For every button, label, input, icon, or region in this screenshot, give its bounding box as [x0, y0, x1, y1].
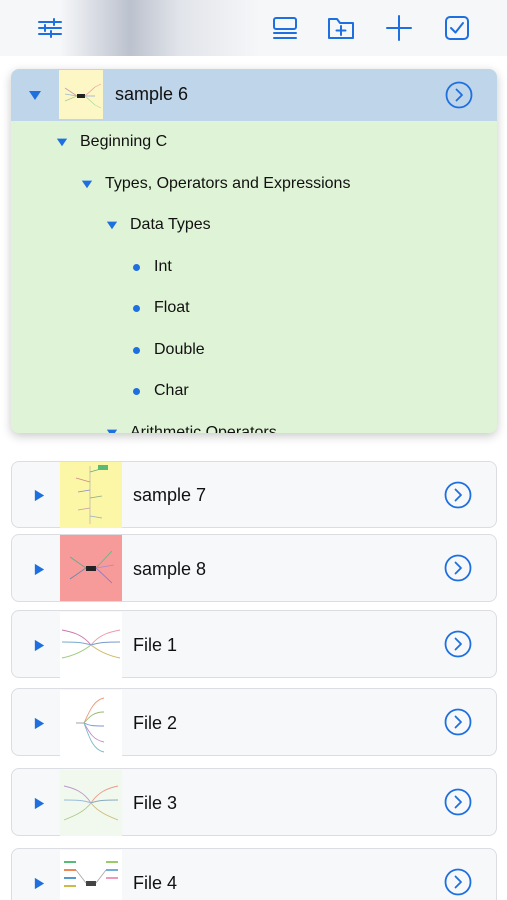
expand-triangle-icon[interactable] — [55, 135, 69, 149]
expand-triangle-icon[interactable] — [32, 638, 46, 652]
bullet-dot-icon — [129, 343, 143, 357]
top-toolbar — [0, 0, 507, 56]
file-thumbnail — [60, 690, 122, 756]
file-name: File 2 — [133, 713, 178, 733]
file-name: File 1 — [133, 635, 178, 655]
file-thumbnail — [60, 770, 122, 836]
chevron-right-circle-icon[interactable] — [444, 868, 472, 896]
plus-icon[interactable] — [382, 11, 416, 45]
file-thumbnail — [60, 462, 122, 528]
folder-plus-icon[interactable] — [324, 11, 358, 45]
expand-triangle-icon[interactable] — [32, 562, 46, 576]
chevron-right-circle-icon[interactable] — [444, 788, 472, 816]
expand-triangle-icon[interactable] — [32, 488, 46, 502]
outline-node[interactable]: Beginning C — [55, 130, 167, 154]
chevron-right-circle-icon[interactable] — [444, 630, 472, 658]
bullet-dot-icon — [129, 260, 143, 274]
list-layout-icon[interactable] — [268, 11, 302, 45]
bullet-dot-icon — [129, 301, 143, 315]
file-thumbnail — [60, 850, 122, 900]
outline-node[interactable]: Float — [129, 296, 190, 320]
expand-triangle-icon[interactable] — [32, 796, 46, 810]
file-name: File 4 — [133, 873, 178, 893]
outline-node[interactable]: Arithmetic Operators — [105, 421, 277, 433]
file-name: sample 6 — [115, 84, 189, 104]
file-name: File 3 — [133, 793, 178, 813]
expand-triangle-icon[interactable] — [32, 876, 46, 890]
file-thumbnail — [59, 70, 103, 119]
file-card[interactable]: sample 8 — [11, 534, 497, 602]
expand-triangle-icon[interactable] — [105, 426, 119, 433]
outline-node[interactable]: Data Types — [105, 213, 211, 237]
file-thumbnail — [60, 535, 122, 601]
chevron-right-circle-icon[interactable] — [444, 708, 472, 736]
file-card[interactable]: File 2 — [11, 688, 497, 756]
chevron-right-circle-icon[interactable] — [444, 481, 472, 509]
checkbox-icon[interactable] — [440, 11, 474, 45]
file-row-header[interactable]: sample 6 — [11, 69, 497, 121]
file-card[interactable]: File 3 — [11, 768, 497, 836]
outline-node[interactable]: Types, Operators and Expressions — [80, 172, 350, 196]
expand-triangle-icon[interactable] — [32, 716, 46, 730]
expand-triangle-icon[interactable] — [80, 177, 94, 191]
sliders-icon[interactable] — [33, 11, 67, 45]
file-thumbnail — [60, 612, 122, 678]
expand-triangle-icon[interactable] — [105, 218, 119, 232]
outline-node[interactable]: Char — [129, 379, 189, 403]
collapse-triangle-icon[interactable] — [28, 88, 42, 102]
file-name: sample 7 — [133, 485, 207, 505]
outline-node[interactable]: Int — [129, 255, 172, 279]
file-name: sample 8 — [133, 559, 207, 579]
chevron-right-circle-icon[interactable] — [445, 81, 473, 109]
chevron-right-circle-icon[interactable] — [444, 554, 472, 582]
outline-tree: Beginning C Types, Operators and Express… — [11, 121, 497, 433]
file-card[interactable]: File 4 — [11, 848, 497, 900]
outline-node[interactable]: Double — [129, 338, 205, 362]
file-card[interactable]: File 1 — [11, 610, 497, 678]
expanded-file-card: sample 6 Beginning C Types, Operators an… — [11, 69, 497, 433]
bullet-dot-icon — [129, 384, 143, 398]
file-card[interactable]: sample 7 — [11, 461, 497, 528]
